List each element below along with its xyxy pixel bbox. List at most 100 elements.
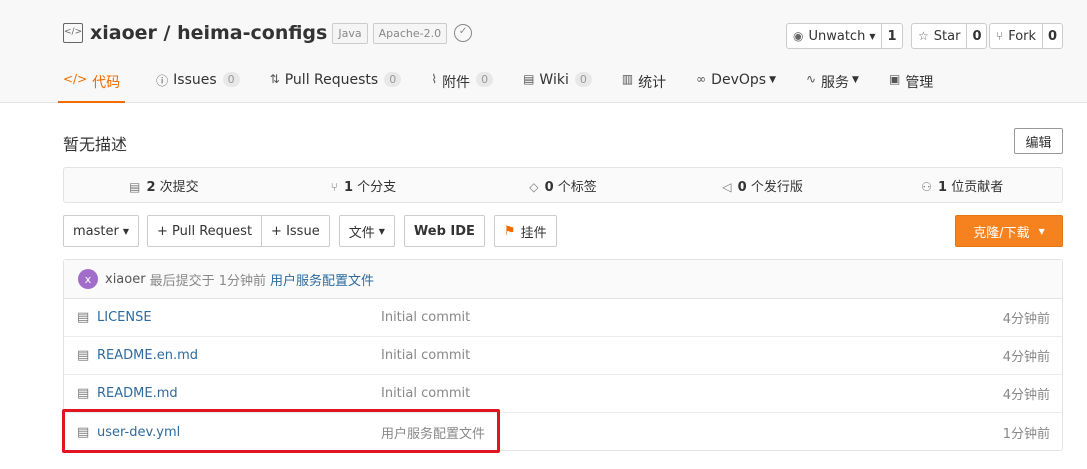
new-pull-request-button[interactable]: + Pull Request [147, 215, 263, 247]
file-name-link[interactable]: README.en.md [97, 348, 198, 363]
avatar[interactable]: x [78, 269, 98, 289]
fork-count[interactable]: 0 [1043, 24, 1062, 48]
releases-label: 个发行版 [750, 179, 803, 195]
bookmark-icon: ⚑ [503, 223, 516, 239]
clone-download-label: 克隆/下载 [973, 225, 1030, 241]
tab-services-label: 服务 [821, 75, 850, 91]
file-icon: ▤ [77, 424, 90, 440]
file-icon: ▤ [77, 386, 90, 401]
tab-code[interactable]: </> 代码 [58, 65, 126, 103]
file-commit-message[interactable]: 用户服务配置文件 [381, 423, 485, 442]
tab-pull-requests[interactable]: ⇅ Pull Requests 0 [270, 65, 402, 103]
pulse-icon: ∿ [805, 72, 817, 86]
star-count[interactable]: 0 [967, 24, 986, 48]
file-name-link[interactable]: user-dev.yml [97, 425, 180, 440]
repo-description: 暂无描述 [63, 135, 128, 154]
badge-icon[interactable]: ✓ [454, 24, 473, 42]
stat-branches[interactable]: ⑂ 1 个分支 [264, 176, 464, 195]
file-name-link[interactable]: LICENSE [97, 310, 152, 325]
tab-pull-requests-label: Pull Requests [284, 72, 379, 88]
watch-count[interactable]: 1 [882, 24, 901, 48]
chevron-down-icon: ▼ [1038, 226, 1045, 236]
fork-button[interactable]: ⑂ Fork 0 [989, 23, 1064, 49]
fork-label: Fork [1008, 28, 1037, 44]
bar-chart-icon: ▥ [621, 72, 634, 86]
stat-contributors[interactable]: ⚇ 1 位贡献者 [862, 176, 1062, 195]
stat-releases[interactable]: ◁ 0 个发行版 [663, 176, 863, 195]
branches-count: 1 [343, 179, 353, 195]
file-icon: ▤ [77, 348, 90, 363]
pulls-count-badge: 0 [384, 72, 402, 87]
watch-button[interactable]: ◉ Unwatch ▼ 1 [786, 23, 903, 49]
star-label: Star [933, 28, 961, 44]
commit-message-link[interactable]: 用户服务配置文件 [270, 270, 374, 289]
tab-wiki[interactable]: ▤ Wiki 0 [523, 65, 592, 103]
stat-commits[interactable]: ▤ 2 次提交 [64, 176, 264, 195]
contributors-count: 1 [938, 179, 948, 195]
widget-label: 挂件 [520, 225, 547, 241]
repo-code-icon: </> [63, 23, 83, 43]
widget-button[interactable]: ⚑ 挂件 [493, 215, 557, 247]
tab-services[interactable]: ∿ 服务 ▼ [806, 65, 859, 103]
watch-label: Unwatch [808, 28, 866, 44]
book-icon: ▤ [523, 72, 535, 86]
file-commit-message[interactable]: Initial commit [381, 348, 470, 363]
releases-count: 0 [737, 179, 747, 195]
paperclip-icon: ⌇ [431, 72, 438, 86]
eye-icon: ◉ [793, 29, 804, 43]
tab-issues[interactable]: ⓘ Issues 0 [156, 65, 240, 103]
star-button[interactable]: ☆ Star 0 [911, 23, 988, 49]
pull-request-icon: ⇅ [269, 72, 280, 86]
repo-header: </> xiaoer / heima-configs Java Apache-2… [0, 0, 1087, 103]
chevron-down-icon: ▼ [852, 75, 859, 85]
tags-label: 个标签 [557, 179, 597, 195]
chevron-down-icon: ▼ [869, 31, 876, 41]
tab-code-label: 代码 [92, 75, 121, 91]
file-row[interactable]: ▤ user-dev.yml 用户服务配置文件 1分钟前 [64, 413, 1062, 451]
file-commit-message[interactable]: Initial commit [381, 310, 470, 325]
tag-icon: ◇ [529, 179, 539, 194]
issue-icon: ⓘ [156, 74, 169, 88]
clone-download-button[interactable]: 克隆/下载 ▼ [955, 215, 1063, 247]
file-row[interactable]: ▤ README.md Initial commit 4分钟前 [64, 375, 1062, 413]
file-row[interactable]: ▤ README.en.md Initial commit 4分钟前 [64, 337, 1062, 375]
chevron-down-icon: ▼ [769, 75, 776, 85]
tab-wiki-label: Wiki [539, 72, 569, 88]
commit-author[interactable]: xiaoer [105, 272, 146, 287]
tab-stats[interactable]: ▥ 统计 [622, 65, 666, 103]
file-name-link[interactable]: README.md [97, 386, 178, 401]
file-menu-button[interactable]: 文件 ▼ [338, 215, 395, 247]
new-issue-button[interactable]: + Issue [262, 215, 330, 247]
file-list: x xiaoer 最后提交于 1分钟前 用户服务配置文件 ▤ LICENSE I… [63, 259, 1063, 451]
edit-description-button[interactable]: 编辑 [1014, 128, 1063, 154]
file-icon: ▤ [77, 310, 90, 325]
file-menu-label: 文件 [348, 225, 375, 241]
commit-icon: ▤ [128, 179, 141, 194]
tab-issues-label: Issues [173, 72, 217, 88]
contributors-label: 位贡献者 [951, 179, 1004, 195]
tab-manage[interactable]: ▣ 管理 [889, 65, 933, 103]
last-commit-row: x xiaoer 最后提交于 1分钟前 用户服务配置文件 [64, 260, 1062, 299]
file-row[interactable]: ▤ LICENSE Initial commit 4分钟前 [64, 299, 1062, 337]
repo-toolbar: master ▼ + Pull Request + Issue 文件 ▼ Web… [63, 215, 557, 247]
branch-select[interactable]: master ▼ [63, 215, 139, 247]
wiki-count-badge: 0 [574, 72, 592, 87]
license-tag[interactable]: Apache-2.0 [372, 22, 448, 44]
tab-devops[interactable]: ∞ DevOps ▼ [696, 65, 776, 103]
repo-nav: </> 代码 ⓘ Issues 0 ⇅ Pull Requests 0 ⌇ 附件… [58, 65, 963, 103]
file-commit-message[interactable]: Initial commit [381, 386, 470, 401]
tab-devops-label: DevOps [711, 72, 767, 88]
contributors-icon: ⚇ [921, 179, 932, 194]
tab-attachments[interactable]: ⌇ 附件 0 [431, 65, 494, 103]
stat-tags[interactable]: ◇ 0 个标签 [463, 176, 663, 195]
fork-icon: ⑂ [996, 29, 1004, 43]
commits-label: 次提交 [159, 179, 199, 195]
file-time: 4分钟前 [1002, 312, 1050, 327]
star-icon: ☆ [918, 29, 929, 43]
web-ide-button[interactable]: Web IDE [403, 215, 485, 247]
tab-stats-label: 统计 [638, 75, 667, 91]
repo-stats-bar: ▤ 2 次提交 ⑂ 1 个分支 ◇ 0 个标签 ◁ 0 个发行版 ⚇ 1 位贡献… [63, 167, 1063, 203]
file-time: 1分钟前 [1002, 426, 1050, 442]
repo-name-link[interactable]: xiaoer / heima-configs [90, 22, 327, 44]
language-tag[interactable]: Java [332, 22, 368, 44]
